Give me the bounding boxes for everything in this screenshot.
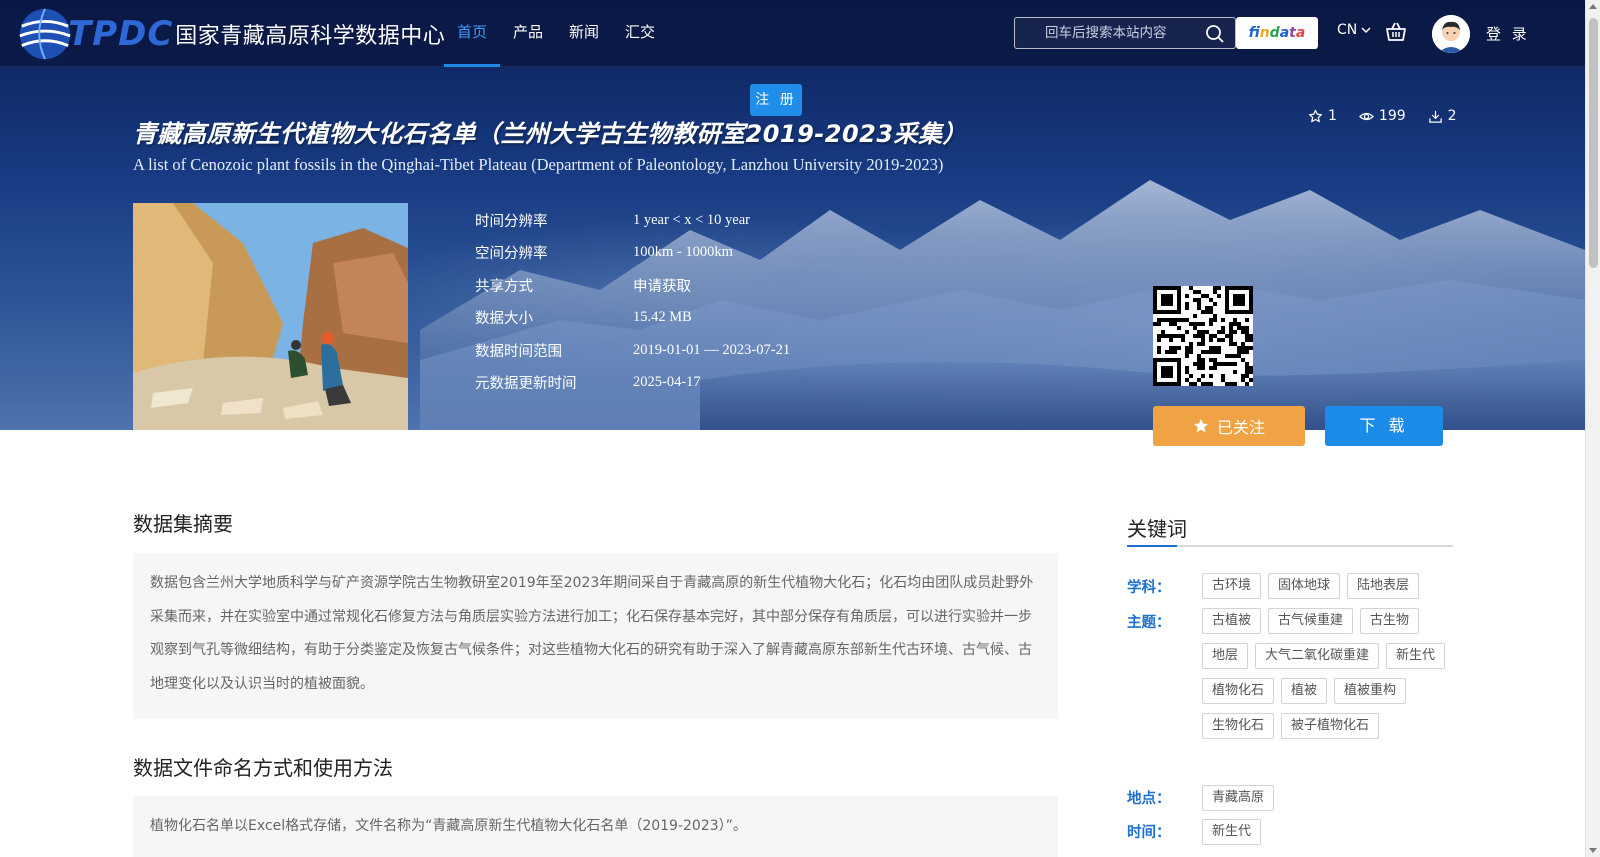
meta-row: 数据大小 15.42 MB	[475, 302, 790, 335]
place-label: 地点：	[1127, 791, 1171, 807]
dataset-title-cn: 青藏高原新生代植物大化石名单（兰州大学古生物教研室2019-2023采集）	[133, 120, 968, 148]
scroll-thumb[interactable]	[1589, 18, 1598, 268]
keyword-tag[interactable]: 植被重构	[1334, 678, 1407, 704]
meta-key: 空间分辨率	[475, 246, 548, 263]
login-link[interactable]: 登 录	[1486, 23, 1530, 44]
meta-row: 元数据更新时间 2025-04-17	[475, 367, 790, 400]
keyword-tag[interactable]: 古植被	[1202, 608, 1262, 634]
qr-code-icon	[1153, 286, 1253, 386]
meta-key: 元数据更新时间	[475, 376, 577, 393]
fossil-fieldwork-photo	[133, 203, 408, 430]
follow-button[interactable]: 已关注	[1153, 406, 1305, 446]
star-filled-icon	[1193, 419, 1208, 433]
eye-icon	[1358, 112, 1374, 120]
logo-cn-text: 国家青藏高原科学数据中心	[175, 24, 446, 49]
meta-row: 时间分辨率 1 year < x < 10 year	[475, 204, 790, 237]
download-icon	[1428, 110, 1442, 123]
scroll-up-icon[interactable]	[1589, 4, 1597, 9]
basket-icon[interactable]	[1384, 20, 1408, 44]
nav-submit[interactable]: 汇交	[612, 0, 668, 67]
keyword-tag[interactable]: 古气候重建	[1268, 608, 1354, 634]
meta-key: 共享方式	[475, 278, 533, 295]
discipline-tags: 古环境 固体地球 陆地表层	[1202, 573, 1462, 599]
meta-value: 100km - 1000km	[633, 244, 733, 261]
search-input[interactable]	[1015, 18, 1195, 48]
star-outline-icon	[1308, 109, 1323, 122]
meta-key: 数据大小	[475, 311, 533, 328]
site-logo[interactable]: TPDC 国家青藏高原科学数据中心	[16, 4, 445, 64]
naming-title: 数据文件命名方式和使用方法	[133, 756, 393, 780]
nav-news[interactable]: 新闻	[556, 0, 612, 67]
logo-tpdc-text: TPDC	[68, 14, 174, 54]
meta-row: 空间分辨率 100km - 1000km	[475, 237, 790, 270]
register-button[interactable]: 注 册	[750, 84, 802, 116]
dataset-title-en: A list of Cenozoic plant fossils in the …	[133, 155, 944, 174]
dataset-stats: 1 199 2	[1308, 108, 1457, 124]
main-nav: 首页 产品 新闻 汇交	[444, 0, 668, 67]
keywords-title: 关键词	[1127, 517, 1187, 541]
abstract-title: 数据集摘要	[133, 512, 233, 536]
nav-products[interactable]: 产品	[500, 0, 556, 67]
keyword-tag[interactable]: 陆地表层	[1347, 573, 1420, 599]
keyword-tag[interactable]: 青藏高原	[1202, 785, 1275, 811]
meta-row: 共享方式 申请获取	[475, 269, 790, 302]
top-navbar: TPDC 国家青藏高原科学数据中心 首页 产品 新闻 汇交 findata CN	[0, 0, 1585, 67]
meta-key: 时间分辨率	[475, 213, 548, 230]
meta-key: 数据时间范围	[475, 343, 562, 360]
scroll-down-icon[interactable]	[1589, 848, 1597, 853]
keyword-tag[interactable]: 新生代	[1202, 819, 1262, 845]
search-icon[interactable]	[1205, 24, 1225, 44]
follow-label: 已关注	[1216, 418, 1265, 437]
page-scrollbar[interactable]	[1585, 0, 1600, 857]
meta-value: 2019-01-01 — 2023-07-21	[633, 341, 791, 358]
language-label: CN	[1337, 22, 1358, 38]
keyword-tag[interactable]: 植被	[1281, 678, 1328, 704]
avatar[interactable]	[1432, 15, 1470, 53]
chevron-down-icon	[1361, 27, 1371, 34]
abstract-text: 数据包含兰州大学地质科学与矿产资源学院古生物教研室2019年至2023年期间采自…	[133, 553, 1058, 719]
time-tags: 新生代	[1202, 819, 1462, 845]
globe-logo-icon	[19, 8, 71, 60]
keyword-tag[interactable]: 生物化石	[1202, 713, 1275, 739]
avatar-icon	[1432, 15, 1470, 53]
download-button[interactable]: 下 载	[1325, 406, 1443, 446]
keyword-tag[interactable]: 被子植物化石	[1281, 713, 1380, 739]
meta-row: 数据时间范围 2019-01-01 — 2023-07-21	[475, 334, 790, 367]
view-count: 199	[1358, 108, 1406, 124]
keyword-tag[interactable]: 固体地球	[1268, 573, 1341, 599]
view-count-value: 199	[1378, 108, 1406, 124]
keyword-tag[interactable]: 大气二氧化碳重建	[1255, 643, 1380, 669]
meta-value: 15.42 MB	[633, 309, 692, 326]
keyword-tag[interactable]: 植物化石	[1202, 678, 1275, 704]
download-count-value: 2	[1447, 108, 1457, 124]
keywords-divider	[1127, 545, 1453, 547]
place-tags: 青藏高原	[1202, 785, 1462, 811]
meta-value: 1 year < x < 10 year	[633, 211, 751, 228]
qr-code	[1153, 286, 1253, 386]
dataset-thumbnail[interactable]	[133, 203, 408, 430]
naming-text: 植物化石名单以Excel格式存储，文件名称为“青藏高原新生代植物大化石名单（20…	[133, 796, 1058, 857]
download-count: 2	[1428, 108, 1457, 124]
keyword-tag[interactable]: 地层	[1202, 643, 1249, 669]
keyword-tag[interactable]: 新生代	[1386, 643, 1446, 669]
meta-value: 2025-04-17	[633, 374, 701, 391]
keyword-tag[interactable]: 古环境	[1202, 573, 1262, 599]
keyword-tag[interactable]: 古生物	[1360, 608, 1420, 634]
time-label: 时间：	[1127, 825, 1171, 841]
dataset-metadata: 时间分辨率 1 year < x < 10 year 空间分辨率 100km -…	[475, 204, 790, 399]
star-count-value: 1	[1328, 108, 1337, 124]
theme-label: 主题：	[1127, 615, 1171, 631]
language-switcher[interactable]: CN	[1337, 22, 1372, 38]
nav-home[interactable]: 首页	[444, 0, 501, 67]
meta-value: 申请获取	[633, 278, 691, 295]
findata-button[interactable]: findata	[1236, 17, 1318, 49]
discipline-label: 学科：	[1127, 580, 1171, 596]
star-count: 1	[1308, 108, 1337, 124]
search-box	[1014, 17, 1236, 49]
theme-tags: 古植被 古气候重建 古生物 地层 大气二氧化碳重建 新生代 植物化石 植被 植被…	[1202, 608, 1462, 739]
